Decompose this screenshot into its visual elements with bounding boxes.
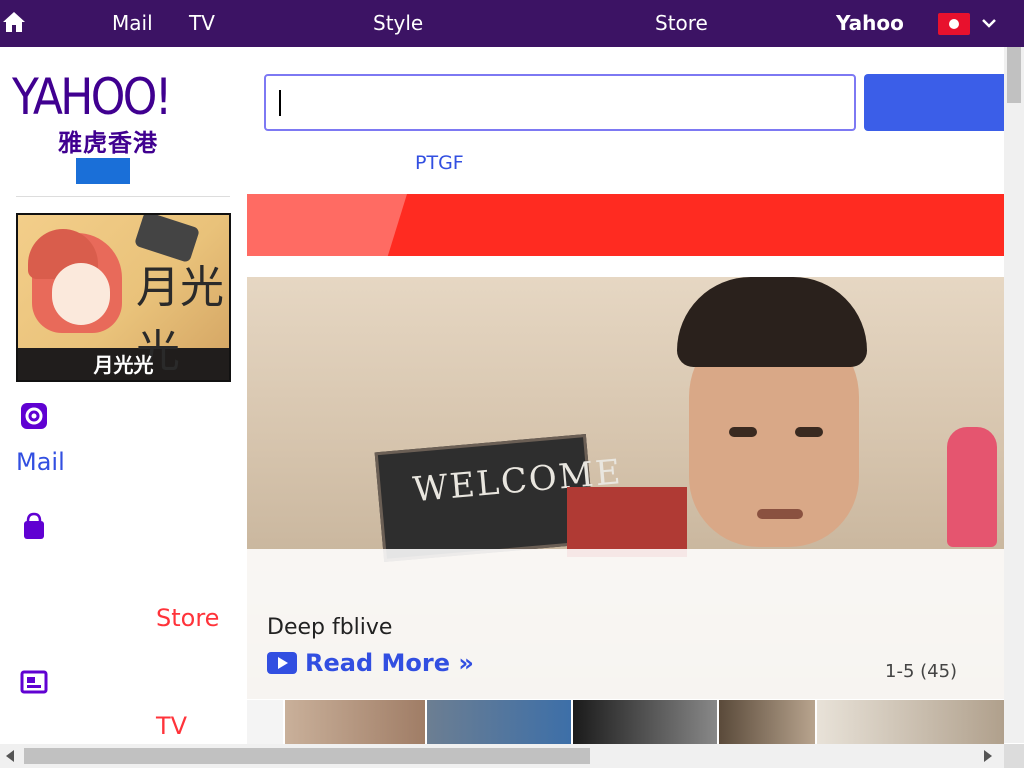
welcome-sign: WELCOME [374,433,624,563]
trending-item[interactable]: PTGF [415,152,464,174]
hero-figurine-shape [947,427,997,547]
breaking-news-banner[interactable] [247,194,1004,256]
thumbnail[interactable] [427,700,571,744]
yahoo-logo[interactable]: YAHOO! 雅虎香港 [12,68,222,184]
promo-card[interactable]: 月光光 月光光 [16,213,231,382]
thumbnail[interactable] [573,700,717,744]
nav-store[interactable]: Store [655,11,708,35]
top-nav-bar: Mail TV Style Store Yahoo [0,0,1024,47]
hero-mouth [757,509,803,519]
scroll-right-arrow-icon[interactable] [984,750,992,762]
hero-eye-right [795,427,823,437]
vertical-scrollbar[interactable] [1004,47,1024,743]
yahoo-wordmark: YAHOO! [12,68,172,126]
scroll-left-arrow-icon[interactable] [6,750,14,762]
play-icon [267,652,297,674]
promo-caption: 月光光 [93,353,154,377]
hero-story[interactable]: WELCOME Deep fblive Read More » 1-5 (45) [247,277,1004,699]
text-caret [279,90,281,116]
logo-subtitle: 雅虎香港 [58,129,158,157]
scrollbar-corner [1004,744,1024,768]
sidebar-section-news [20,668,58,696]
hero-pager: 1-5 (45) [885,661,958,682]
sidebar-section-shopping [20,512,58,540]
thumbnail-strip [247,700,1004,744]
horizontal-scrollbar[interactable] [0,744,1004,768]
sidebar-section-communication [20,402,58,430]
sidebar-link-tv[interactable]: TV [156,712,187,740]
read-more-label: Read More » [305,649,474,677]
thumbnail[interactable] [247,700,283,744]
nav-mail[interactable]: Mail [112,11,153,35]
home-icon[interactable] [2,10,26,34]
thumbnail[interactable] [285,700,425,744]
horizontal-scroll-thumb[interactable] [24,748,590,764]
yahoo-account-label[interactable]: Yahoo [836,11,904,35]
read-more-link[interactable]: Read More » [267,649,474,677]
hero-person [657,277,887,577]
hero-description: Deep fblive [267,615,393,640]
thumbnail[interactable] [719,700,815,744]
promo-illustration: 月光光 [18,215,229,377]
hero-eye-left [729,427,757,437]
hero-hair-shape [677,277,867,367]
search-button[interactable] [864,74,1024,131]
promo-face-shape [52,263,110,325]
breaking-tag [247,194,407,256]
shopping-bag-icon [24,512,44,539]
sidebar-divider [16,196,230,197]
vertical-scroll-thumb[interactable] [1007,47,1021,103]
search-input[interactable] [264,74,856,131]
hong-kong-flag-icon[interactable] [938,13,970,35]
nav-style[interactable]: Style [373,11,423,35]
sidebar-link-mail[interactable]: Mail [16,448,65,476]
chevron-down-icon[interactable] [980,14,998,32]
gear-icon [21,403,47,429]
thumbnail[interactable] [817,700,1004,744]
nav-tv[interactable]: TV [189,11,215,35]
news-icon [20,670,48,694]
logo-badge[interactable] [76,158,130,184]
sidebar-link-store[interactable]: Store [156,604,219,632]
